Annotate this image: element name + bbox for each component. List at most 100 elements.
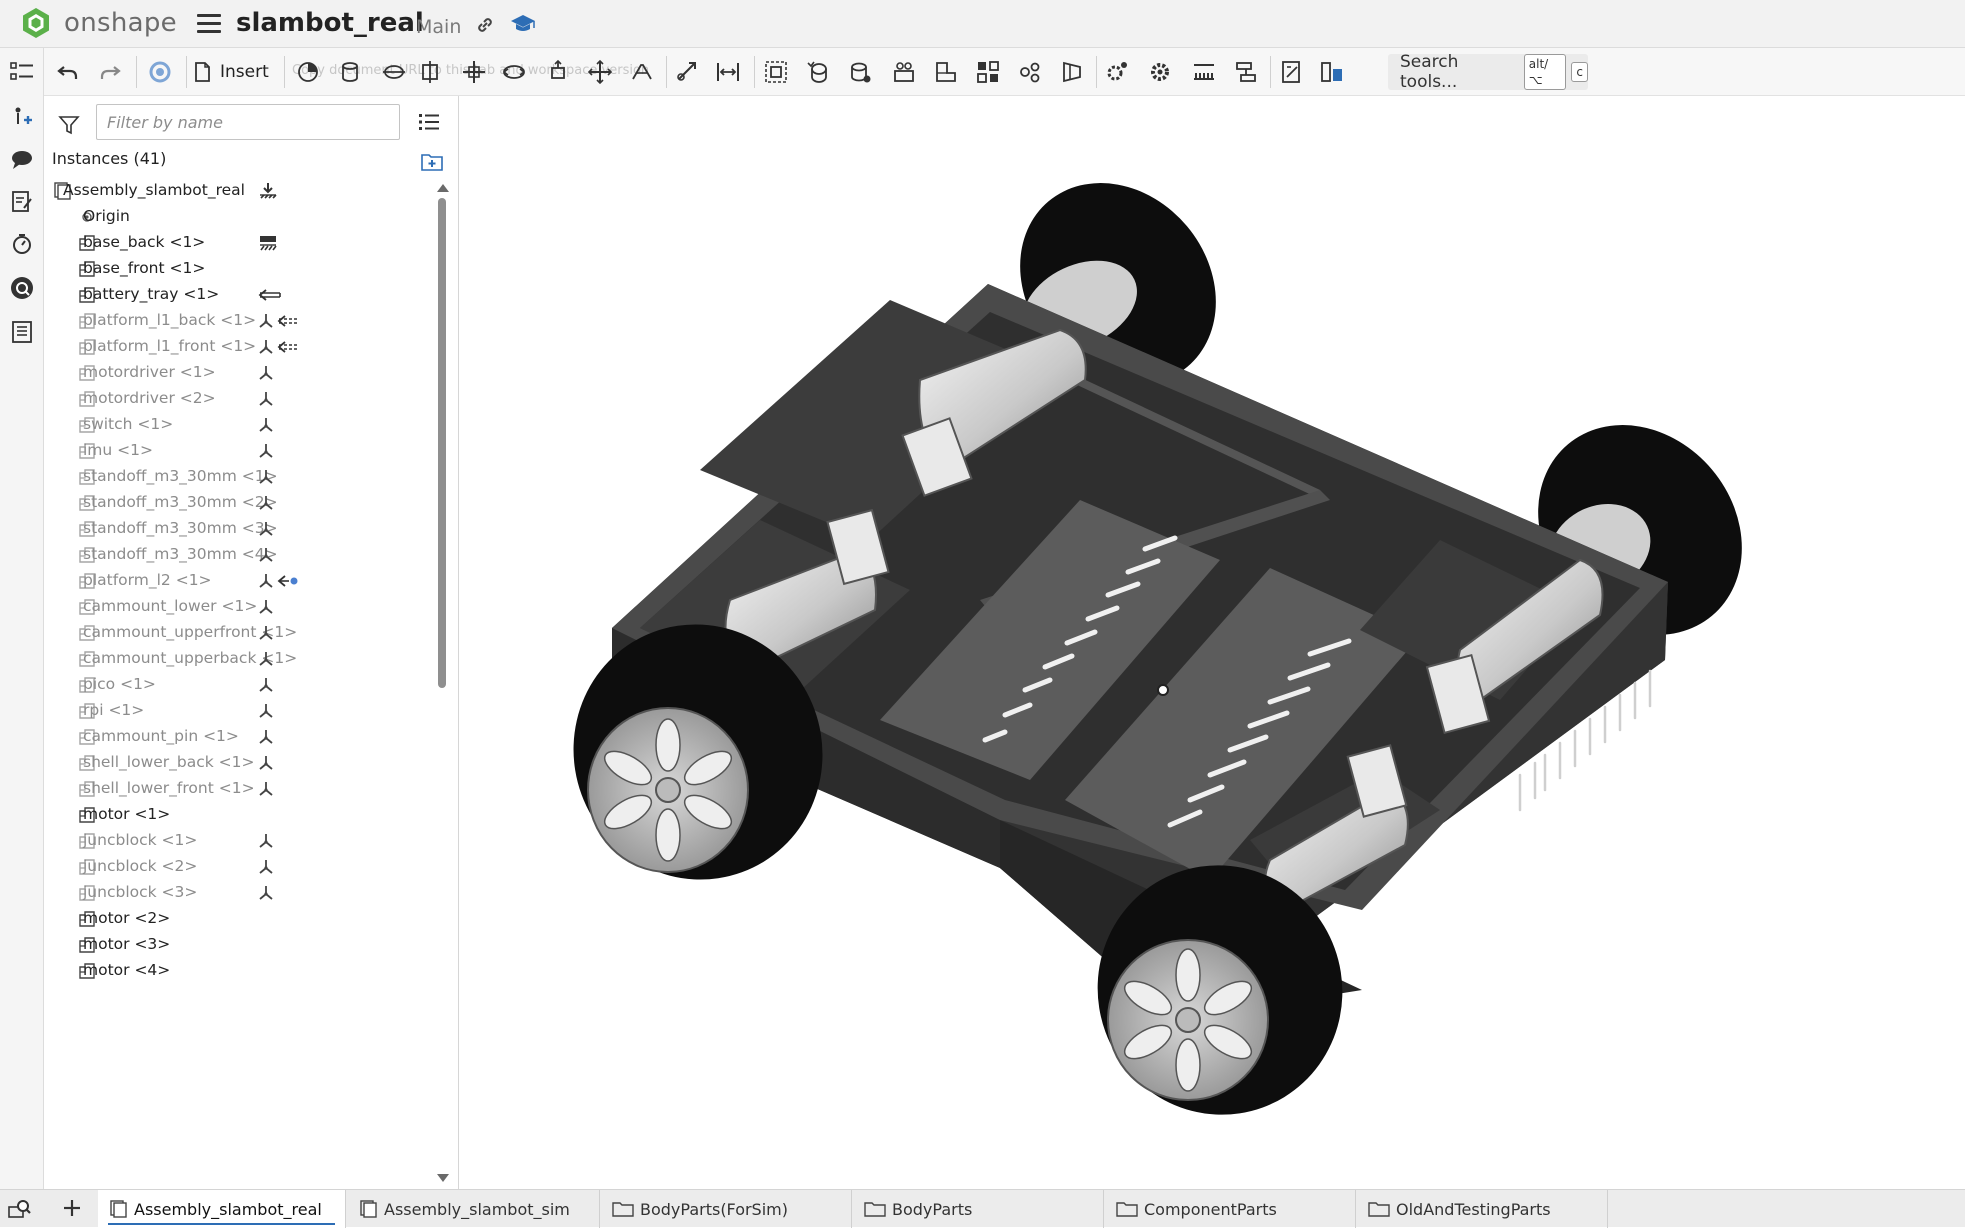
tree-root-assembly[interactable]: Assembly_slambot_real	[44, 178, 434, 204]
rack-pinion-icon[interactable]	[1190, 58, 1218, 86]
tree-item[interactable]: cammount_lower <1>	[44, 594, 434, 620]
tree-item[interactable]: motor <2>	[44, 906, 434, 932]
filter-icon[interactable]	[58, 114, 80, 136]
tree-item[interactable]: juncblock <3>	[44, 880, 434, 906]
fixed-mate-icon[interactable]	[257, 780, 275, 798]
fixed-mate-icon[interactable]	[257, 468, 275, 486]
group-mate-icon[interactable]	[258, 234, 278, 252]
mate-connector-tool-icon[interactable]	[846, 58, 874, 86]
filter-by-name-input[interactable]	[96, 104, 400, 140]
onshape-logo-icon[interactable]	[20, 7, 52, 39]
fixed-mate-icon[interactable]	[257, 364, 275, 382]
tree-item[interactable]: shell_lower_front <1>	[44, 776, 434, 802]
robot-chassis-model[interactable]	[459, 96, 1965, 1189]
tree-item[interactable]: base_back <1>	[44, 230, 434, 256]
tree-item[interactable]: shell_lower_back <1>	[44, 750, 434, 776]
comments-icon[interactable]	[6, 144, 38, 176]
element-tab[interactable]: ComponentParts	[1104, 1190, 1356, 1228]
group-icon[interactable]	[762, 58, 790, 86]
mass-properties-icon[interactable]	[1318, 58, 1346, 86]
gear-settings-icon[interactable]	[1146, 58, 1174, 86]
scroll-down-arrow-icon[interactable]	[437, 1174, 449, 1182]
link-icon[interactable]	[474, 14, 496, 36]
fixed-mate-icon[interactable]	[257, 390, 275, 408]
sub-assembly-flag-icon[interactable]	[258, 181, 278, 201]
app-store-icon[interactable]	[6, 272, 38, 304]
tree-item[interactable]: juncblock <1>	[44, 828, 434, 854]
tree-item[interactable]: cammount_pin <1>	[44, 724, 434, 750]
width-mate-icon[interactable]	[714, 58, 742, 86]
tree-item[interactable]: motor <4>	[44, 958, 434, 984]
animation-timer-icon[interactable]	[6, 228, 38, 260]
section-view-icon[interactable]	[1058, 58, 1086, 86]
element-tab[interactable]: OldAndTestingParts	[1356, 1190, 1608, 1228]
element-tab[interactable]: BodyParts	[852, 1190, 1104, 1228]
tree-item[interactable]: motor <3>	[44, 932, 434, 958]
fixed-mate-icon[interactable]	[257, 702, 275, 720]
tree-item[interactable]: cammount_upperback <1>	[44, 646, 434, 672]
mate-cylindrical-icon[interactable]	[416, 58, 444, 86]
fixed-mate-icon[interactable]	[257, 572, 275, 590]
fixed-mate-icon[interactable]	[257, 442, 275, 460]
relation-arrow-dot-icon[interactable]	[277, 572, 301, 590]
search-tabs-icon[interactable]	[8, 1198, 32, 1220]
add-tab-button[interactable]	[58, 1194, 86, 1222]
redo-icon[interactable]	[96, 58, 124, 86]
regenerate-icon[interactable]	[146, 58, 174, 86]
mate-planar-icon[interactable]	[500, 58, 528, 86]
tree-item[interactable]: standoff_m3_30mm <3>	[44, 516, 434, 542]
fixed-mate-icon[interactable]	[257, 494, 275, 512]
scroll-up-arrow-icon[interactable]	[437, 184, 449, 192]
replicate-icon[interactable]	[804, 58, 832, 86]
list-view-icon[interactable]	[418, 112, 440, 132]
mate-slider-icon[interactable]	[380, 58, 408, 86]
learning-center-icon[interactable]	[510, 12, 536, 34]
fixed-mate-icon[interactable]	[257, 416, 275, 434]
document-title[interactable]: slambot_real	[236, 8, 424, 38]
screw-relation-icon[interactable]	[1232, 58, 1260, 86]
element-tab[interactable]: Assembly_slambot_real	[98, 1190, 346, 1228]
search-tools-button[interactable]: Search tools... alt/⌥ c	[1388, 52, 1588, 92]
bill-of-materials-icon[interactable]	[6, 316, 38, 348]
mate-connector-icon[interactable]	[6, 100, 38, 132]
hamburger-menu-icon[interactable]	[197, 14, 221, 34]
relation-arrow-dashed-icon[interactable]	[277, 338, 301, 356]
element-tab[interactable]: Assembly_slambot_sim	[348, 1190, 600, 1228]
insert-button[interactable]: Insert	[192, 57, 269, 87]
branch-name[interactable]: Main	[416, 16, 461, 38]
mate-revolute-icon[interactable]	[336, 58, 364, 86]
fixed-mate-icon[interactable]	[257, 338, 275, 356]
tree-item[interactable]: platform_l1_front <1>	[44, 334, 434, 360]
mate-tangent-icon[interactable]	[628, 58, 656, 86]
gear-relation-icon[interactable]	[674, 58, 702, 86]
tree-item[interactable]: standoff_m3_30mm <1>	[44, 464, 434, 490]
add-folder-icon[interactable]	[420, 150, 444, 172]
graphics-viewport[interactable]	[459, 96, 1965, 1189]
fixed-mate-icon[interactable]	[257, 858, 275, 876]
fixed-mate-icon[interactable]	[257, 728, 275, 746]
fixed-mate-icon[interactable]	[257, 884, 275, 902]
mate-pin-slot-icon[interactable]	[460, 58, 488, 86]
tree-item[interactable]: imu <1>	[44, 438, 434, 464]
measure-icon[interactable]	[1278, 58, 1306, 86]
exploded-view-icon[interactable]	[974, 58, 1002, 86]
fixed-mate-icon[interactable]	[257, 754, 275, 772]
tree-item[interactable]: motordriver <1>	[44, 360, 434, 386]
motion-settings-icon[interactable]	[1104, 58, 1132, 86]
tree-item[interactable]: switch <1>	[44, 412, 434, 438]
tree-item[interactable]: juncblock <2>	[44, 854, 434, 880]
undo-icon[interactable]	[54, 58, 82, 86]
tree-item[interactable]: standoff_m3_30mm <4>	[44, 542, 434, 568]
brand-name[interactable]: onshape	[64, 8, 177, 38]
tree-item[interactable]: platform_l1_back <1>	[44, 308, 434, 334]
tree-item[interactable]: pico <1>	[44, 672, 434, 698]
tree-item[interactable]: cammount_upperfront <1>	[44, 620, 434, 646]
fixed-mate-icon[interactable]	[257, 676, 275, 694]
tree-item[interactable]: motordriver <2>	[44, 386, 434, 412]
tree-item[interactable]: motor <1>	[44, 802, 434, 828]
tree-item[interactable]: rpi <1>	[44, 698, 434, 724]
tree-item[interactable]: base_front <1>	[44, 256, 434, 282]
fixed-mate-icon[interactable]	[257, 624, 275, 642]
scroll-thumb[interactable]	[438, 198, 446, 688]
named-position-icon[interactable]	[1016, 58, 1044, 86]
